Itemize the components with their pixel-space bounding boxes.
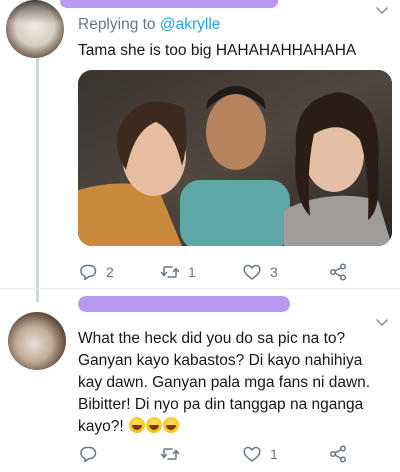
grinning-face-with-sweat-emoji [128, 417, 145, 433]
tweet-actions: 1 [78, 442, 380, 466]
reply-button[interactable] [78, 444, 160, 464]
reply-icon [80, 264, 97, 281]
like-button[interactable]: 1 [242, 444, 324, 464]
thread-connector-line [36, 56, 39, 302]
share-icon [329, 445, 347, 463]
tweet-actions: 2 1 3 [78, 260, 380, 284]
grinning-face-with-sweat-emoji [145, 417, 162, 433]
redacted-username-bar [78, 296, 290, 312]
replying-to-handle-link[interactable]: @akrylle [160, 16, 221, 33]
chevron-down-icon[interactable] [374, 2, 390, 18]
tweet-divider [0, 288, 400, 289]
share-button[interactable] [328, 444, 356, 464]
avatar[interactable] [6, 0, 64, 58]
like-count: 1 [270, 446, 278, 462]
redacted-username-bar [60, 0, 278, 8]
replying-to-line: Replying to @akrylle [78, 16, 220, 34]
grinning-face-with-sweat-emoji [162, 417, 179, 433]
like-count: 3 [270, 264, 278, 280]
tweet-body: What the heck did you do sa pic na to? G… [78, 330, 371, 435]
replying-to-label: Replying to [78, 16, 160, 33]
retweet-icon [160, 266, 180, 278]
heart-icon [243, 446, 261, 462]
tweet-text: What the heck did you do sa pic na to? G… [78, 328, 388, 438]
retweet-count: 1 [188, 264, 196, 280]
tweet-photo[interactable] [78, 70, 392, 246]
share-button[interactable] [328, 262, 356, 282]
retweet-icon [160, 448, 180, 460]
avatar[interactable] [8, 312, 66, 370]
photo-image [78, 70, 392, 246]
reply-icon [80, 446, 97, 463]
tweet-text: Tama she is too big HAHAHAHHAHAHA [78, 42, 357, 59]
heart-icon [243, 264, 261, 280]
like-button[interactable]: 3 [242, 262, 324, 282]
retweet-button[interactable] [160, 444, 242, 464]
share-icon [329, 263, 347, 281]
reply-button[interactable]: 2 [78, 262, 160, 282]
retweet-button[interactable]: 1 [160, 262, 242, 282]
reply-count: 2 [106, 264, 114, 280]
